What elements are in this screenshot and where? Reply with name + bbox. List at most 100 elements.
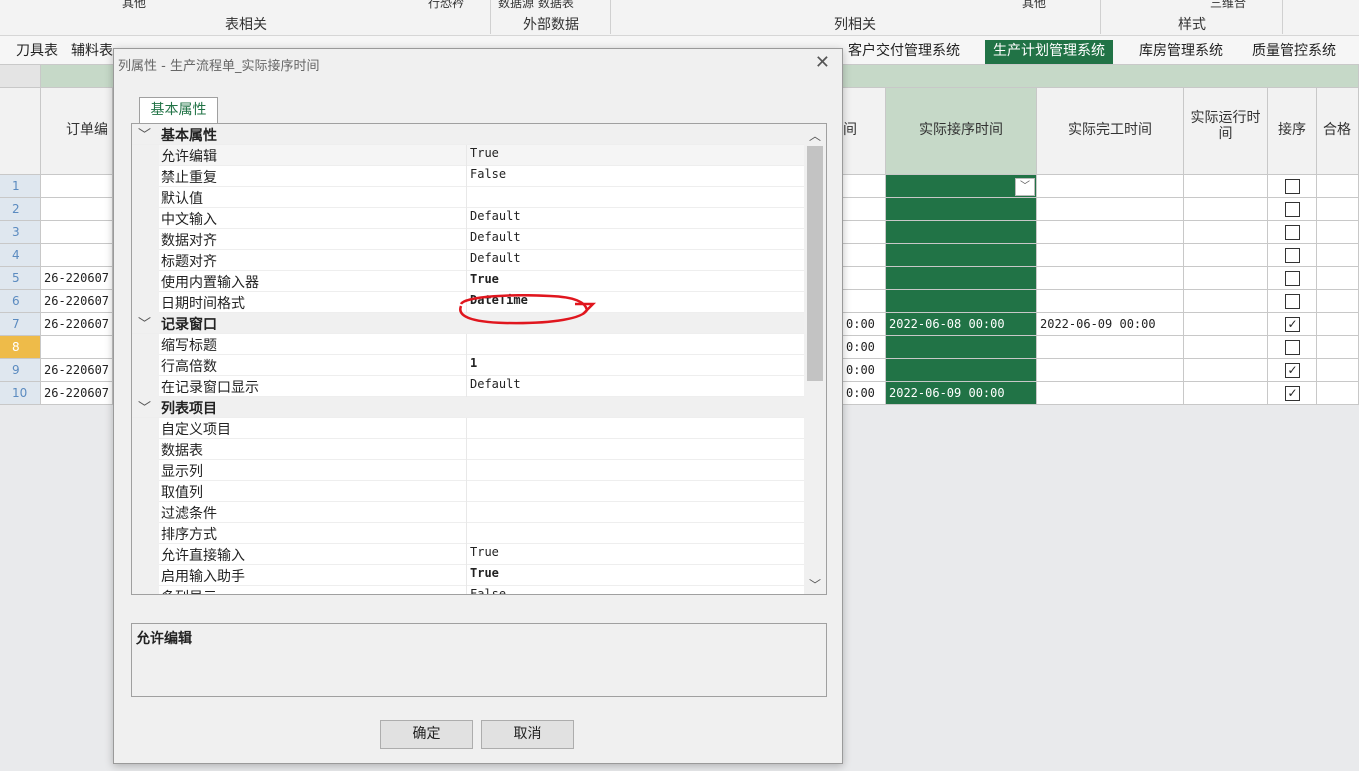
receive-checkbox[interactable]: ✓	[1285, 386, 1300, 401]
scroll-up-icon[interactable]: ︿	[809, 127, 821, 144]
scroll-thumb[interactable]	[807, 146, 823, 381]
chevron-down-icon[interactable]: ﹀	[138, 313, 151, 332]
row-number[interactable]: 4	[0, 244, 41, 267]
property-row[interactable]: 取值列	[132, 481, 805, 502]
cell-time-partial[interactable]	[843, 290, 886, 313]
cell-order-no[interactable]: 26-220607	[41, 382, 113, 405]
cell-time-partial[interactable]: 0:00	[843, 336, 886, 359]
row-number[interactable]: 7	[0, 313, 41, 336]
cell-actual-receive-time[interactable]	[886, 359, 1037, 382]
cell-run-time[interactable]	[1184, 221, 1268, 244]
cell-run-time[interactable]	[1184, 359, 1268, 382]
property-category[interactable]: ﹀ 列表项目	[132, 397, 805, 418]
cell-actual-finish-time[interactable]	[1037, 290, 1184, 313]
property-row[interactable]: 禁止重复 False	[132, 166, 805, 187]
cell-actual-finish-time[interactable]	[1037, 359, 1184, 382]
receive-checkbox[interactable]	[1285, 340, 1300, 355]
cell-actual-receive-time[interactable]	[886, 221, 1037, 244]
property-category[interactable]: ﹀ 基本属性	[132, 124, 805, 145]
cell-time-partial[interactable]	[843, 221, 886, 244]
column-header-run-time[interactable]: 实际运行时间	[1184, 88, 1268, 175]
cell-order-no[interactable]	[41, 244, 113, 267]
sheet-tab-active[interactable]: 生产计划管理系统	[985, 40, 1113, 64]
cell-actual-receive-time[interactable]	[886, 244, 1037, 267]
cell-actual-receive-time[interactable]	[886, 267, 1037, 290]
ribbon-other-button[interactable]: 其他	[122, 0, 146, 11]
receive-checkbox[interactable]: ✓	[1285, 317, 1300, 332]
ribbon-merge-button[interactable]: 三维合	[1210, 0, 1246, 11]
property-row[interactable]: 过滤条件	[132, 502, 805, 523]
cell-time-partial[interactable]: 0:00	[843, 313, 886, 336]
property-row[interactable]: 排序方式	[132, 523, 805, 544]
cell-run-time[interactable]	[1184, 313, 1268, 336]
cell-time-partial[interactable]	[843, 267, 886, 290]
cell-order-no[interactable]: 26-220607	[41, 313, 113, 336]
property-grid-scrollbar[interactable]: ︿ ﹀	[804, 124, 826, 594]
property-row[interactable]: 允许直接输入 True	[132, 544, 805, 565]
property-row[interactable]: 数据对齐 Default	[132, 229, 805, 250]
cell-pass-count[interactable]	[1317, 359, 1359, 382]
cell-pass-count[interactable]	[1317, 336, 1359, 359]
cell-actual-finish-time[interactable]	[1037, 198, 1184, 221]
property-value[interactable]: False	[470, 587, 506, 594]
property-value[interactable]: True	[470, 545, 499, 559]
column-header-actual-receive-time[interactable]: 实际接序时间	[886, 88, 1037, 175]
receive-checkbox[interactable]: ✓	[1285, 363, 1300, 378]
cell-order-no[interactable]: 26-220607	[41, 267, 113, 290]
cell-order-no[interactable]: 26-220607	[41, 290, 113, 313]
scroll-down-icon[interactable]: ﹀	[809, 576, 821, 593]
row-number[interactable]: 10	[0, 382, 41, 405]
cell-actual-receive-time[interactable]	[886, 198, 1037, 221]
receive-checkbox[interactable]	[1285, 248, 1300, 263]
property-value[interactable]: Default	[470, 377, 521, 391]
cell-run-time[interactable]	[1184, 267, 1268, 290]
chevron-down-icon[interactable]: ﹀	[138, 397, 151, 416]
cell-actual-finish-time[interactable]	[1037, 175, 1184, 198]
cell-time-partial[interactable]: 0:00	[843, 382, 886, 405]
cell-time-partial[interactable]	[843, 175, 886, 198]
cell-run-time[interactable]	[1184, 175, 1268, 198]
property-value[interactable]: True	[470, 272, 499, 286]
cell-actual-receive-time[interactable]: 2022-06-08 00:00	[886, 313, 1037, 336]
property-value[interactable]: Default	[470, 230, 521, 244]
cell-pass-count[interactable]	[1317, 313, 1359, 336]
property-row[interactable]: 启用输入助手 True	[132, 565, 805, 586]
cell-order-no[interactable]	[41, 198, 113, 221]
cancel-button[interactable]: 取消	[481, 720, 574, 749]
cell-time-partial[interactable]	[843, 244, 886, 267]
property-value[interactable]: True	[470, 146, 499, 160]
cell-actual-receive-time[interactable]: 2022-06-09 00:00	[886, 382, 1037, 405]
receive-checkbox[interactable]	[1285, 179, 1300, 194]
ribbon-other-button-2[interactable]: 其他	[1022, 0, 1046, 11]
sheet-tab[interactable]: 质量管控系统	[1252, 40, 1336, 64]
cell-pass-count[interactable]	[1317, 382, 1359, 405]
property-row[interactable]: 允许编辑 True	[132, 145, 805, 166]
cell-pass-count[interactable]	[1317, 290, 1359, 313]
cell-actual-finish-time[interactable]	[1037, 244, 1184, 267]
cell-actual-finish-time[interactable]: 2022-06-09 00:00	[1037, 313, 1184, 336]
column-header-actual-finish-time[interactable]: 实际完工时间	[1037, 88, 1184, 175]
ribbon-row-fit-button[interactable]: 行恐衿	[428, 0, 464, 11]
column-header-order-no[interactable]: 订单编号	[41, 88, 113, 223]
property-row[interactable]: 自定义项目	[132, 418, 805, 439]
cell-actual-receive-time[interactable]	[886, 336, 1037, 359]
cell-order-no[interactable]	[41, 175, 113, 198]
receive-checkbox[interactable]	[1285, 225, 1300, 240]
property-value[interactable]: True	[470, 566, 499, 580]
close-icon[interactable]: ✕	[815, 52, 830, 73]
cell-run-time[interactable]	[1184, 198, 1268, 221]
row-number[interactable]: 3	[0, 221, 41, 244]
ok-button[interactable]: 确定	[380, 720, 473, 749]
cell-run-time[interactable]	[1184, 244, 1268, 267]
column-header-receive[interactable]: 接序	[1268, 88, 1317, 175]
receive-checkbox[interactable]	[1285, 294, 1300, 309]
ribbon-datasource-button[interactable]: 数据源 数据表	[498, 0, 574, 11]
cell-order-no[interactable]	[41, 221, 113, 244]
cell-run-time[interactable]	[1184, 382, 1268, 405]
cell-run-time[interactable]	[1184, 290, 1268, 313]
cell-actual-receive-time[interactable]	[886, 290, 1037, 313]
row-number[interactable]: 2	[0, 198, 41, 221]
property-row[interactable]: 标题对齐 Default	[132, 250, 805, 271]
property-value[interactable]: Default	[470, 251, 521, 265]
property-row[interactable]: 在记录窗口显示 Default	[132, 376, 805, 397]
